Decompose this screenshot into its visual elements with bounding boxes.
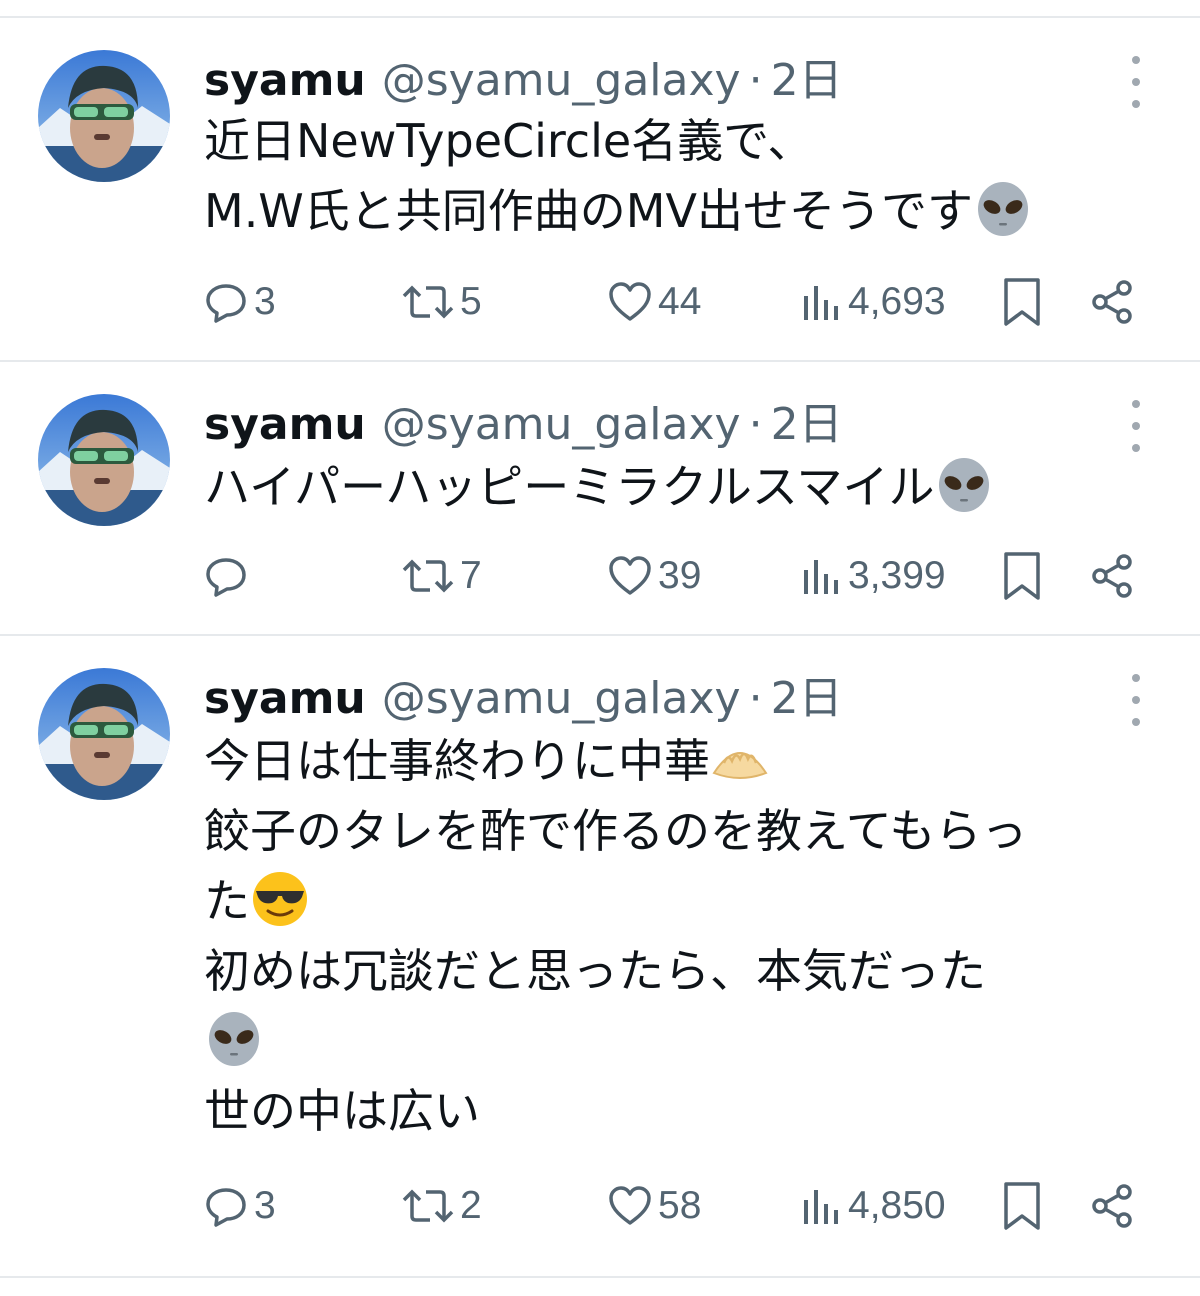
bookmark-button[interactable] [1000,546,1044,606]
alien-emoji [973,179,1033,239]
timestamp[interactable]: 2日 [771,662,843,726]
tweet-text: 近日NewTypeCircle名義で、 M.W氏と共同作曲のMV出せそうです [204,106,1164,246]
separator: · [748,55,763,106]
tweet-header: syamu @syamu_galaxy · 2日 [204,44,843,106]
bookmark-icon [1004,552,1040,600]
more-icon[interactable] [1118,56,1154,108]
alien-emoji [934,455,994,515]
tweet-header: syamu @syamu_galaxy · 2日 [204,388,843,450]
tweet-text-line: M.W氏と共同作曲のMV出せそうです [204,184,973,238]
retweet-icon [402,285,454,319]
views-button[interactable]: 4,693 [800,272,946,332]
tweet-text-line: ハイパーハッピーミラクルスマイル [204,460,935,514]
tweet-actions: 3 5 44 4,693 [200,272,1160,332]
divider [0,634,1200,636]
avatar[interactable] [38,668,170,800]
tweet-header: syamu @syamu_galaxy · 2日 [204,662,843,724]
avatar[interactable] [38,394,170,526]
tweet-actions: 3 2 58 4,850 [200,1176,1160,1236]
timestamp[interactable]: 2日 [771,388,843,452]
separator: · [748,673,763,724]
tweet-text: ハイパーハッピーミラクルスマイル [204,452,1164,522]
user-handle[interactable]: @syamu_galaxy [382,673,741,724]
bookmark-button[interactable] [1000,1176,1044,1236]
more-icon[interactable] [1118,400,1154,452]
retweet-icon [402,1189,454,1223]
views-icon [804,560,838,594]
share-icon [1092,554,1132,598]
views-button[interactable]: 3,399 [800,546,946,606]
tweet-text-line: 餃子のタレを酢で作るのを教えてもらっ [204,804,1028,858]
like-button[interactable]: 39 [606,546,701,606]
like-count: 44 [658,280,702,323]
tweet-text-line: た [204,874,250,928]
retweet-count: 7 [460,554,482,597]
dumpling-emoji [710,729,770,789]
retweet-button[interactable]: 7 [400,546,482,606]
tweet-text: 今日は仕事終わりに中華 餃子のタレを酢で作るのを教えてもらっ た 初めは冗談だと… [204,726,1164,1146]
share-button[interactable] [1088,272,1136,332]
tweet-text-line: 世の中は広い [204,1084,480,1138]
retweet-count: 5 [460,280,482,323]
user-handle[interactable]: @syamu_galaxy [382,55,741,106]
divider [0,16,1200,18]
timestamp[interactable]: 2日 [771,44,843,108]
bookmark-button[interactable] [1000,272,1044,332]
reply-button[interactable] [202,546,254,606]
bookmark-icon [1004,278,1040,326]
heart-icon [609,556,651,595]
like-count: 39 [658,554,702,597]
sunglasses-emoji [250,869,310,929]
divider [0,1276,1200,1278]
reply-icon [206,1188,246,1227]
tweet-text-line: 近日NewTypeCircle名義で、 [204,114,814,168]
share-button[interactable] [1088,1176,1136,1236]
views-icon [804,1190,838,1224]
view-count: 4,850 [848,1184,946,1227]
display-name[interactable]: syamu [204,399,366,450]
divider [0,360,1200,362]
like-button[interactable]: 58 [606,1176,701,1236]
reply-icon [206,558,246,597]
share-button[interactable] [1088,546,1136,606]
bookmark-icon [1004,1182,1040,1230]
reply-count: 3 [254,280,276,323]
more-icon[interactable] [1118,674,1154,726]
retweet-button[interactable]: 5 [400,272,482,332]
avatar[interactable] [38,50,170,182]
reply-button[interactable]: 3 [202,1176,276,1236]
like-count: 58 [658,1184,702,1227]
tweet-actions: 7 39 3,399 [200,546,1160,606]
separator: · [748,399,763,450]
retweet-count: 2 [460,1184,482,1227]
reply-count: 3 [254,1184,276,1227]
views-icon [804,286,838,320]
view-count: 3,399 [848,554,946,597]
share-icon [1092,280,1132,324]
like-button[interactable]: 44 [606,272,701,332]
tweet-text-line: 今日は仕事終わりに中華 [204,734,710,788]
heart-icon [609,1186,651,1225]
share-icon [1092,1184,1132,1228]
display-name[interactable]: syamu [204,55,366,106]
retweet-icon [402,559,454,593]
display-name[interactable]: syamu [204,673,366,724]
alien-emoji [204,1009,264,1069]
tweet-text-line: 初めは冗談だと思ったら、本気だった [204,944,986,998]
views-button[interactable]: 4,850 [800,1176,946,1236]
heart-icon [609,282,651,321]
reply-icon [206,284,246,323]
reply-button[interactable]: 3 [202,272,276,332]
user-handle[interactable]: @syamu_galaxy [382,399,741,450]
view-count: 4,693 [848,280,946,323]
timeline-feed: syamu @syamu_galaxy · 2日 近日NewTypeCircle… [0,0,1200,1296]
retweet-button[interactable]: 2 [400,1176,482,1236]
